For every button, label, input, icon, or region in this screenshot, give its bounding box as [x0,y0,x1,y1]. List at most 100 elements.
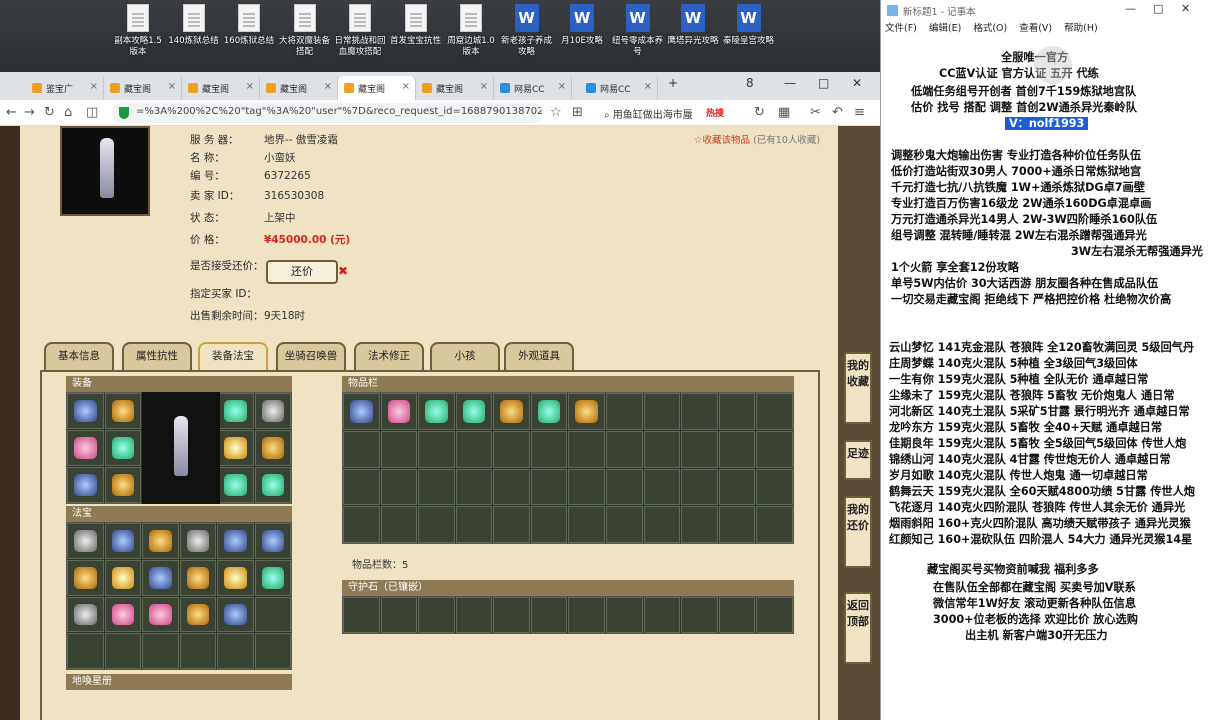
item-slot[interactable] [418,393,455,430]
item-slot[interactable] [217,633,254,669]
item-slot[interactable] [104,559,141,596]
item-slot[interactable] [179,559,216,596]
item-slot[interactable] [179,523,216,559]
item-slot[interactable] [756,597,793,633]
tab-close-icon[interactable]: × [402,81,410,92]
my-favorites-button[interactable]: 我的收藏 [844,352,872,424]
close-button[interactable]: ✕ [1181,2,1190,15]
item-slot[interactable] [493,430,530,468]
item-slot[interactable] [104,467,141,503]
item-slot[interactable] [104,430,141,466]
desktop-icon[interactable]: 日常挑战和回血魔攻搭配 [332,4,388,70]
tab-close-icon[interactable]: × [558,81,566,92]
item-slot[interactable] [643,506,681,543]
tab-close-icon[interactable]: × [480,81,488,92]
item-slot[interactable] [343,393,380,430]
item-slot[interactable] [380,597,418,633]
desktop-icon[interactable]: W 月10E攻略 [554,4,610,70]
apps-icon[interactable]: ⊞ [572,105,583,120]
item-slot[interactable] [643,393,681,430]
item-slot[interactable] [455,393,493,430]
item-slot[interactable] [493,468,530,506]
tab-close-icon[interactable]: × [90,81,98,92]
item-slot[interactable] [756,430,793,468]
item-slot[interactable] [606,430,643,468]
desktop-icon[interactable]: W 鹰塔异光攻略 [665,4,721,70]
item-slot[interactable] [643,468,681,506]
item-slot[interactable] [254,467,291,503]
tab-1[interactable]: 属性抗性 [122,342,192,370]
browser-tab[interactable]: 藏宝阁 × [182,76,260,100]
maximize-button[interactable]: □ [818,76,829,90]
desktop-icon[interactable]: 大将双魔装备搭配 [277,4,333,70]
tab-close-icon[interactable]: × [324,81,332,92]
desktop-icon[interactable]: 周窟边城1.0版本 [443,4,499,70]
item-slot[interactable] [643,430,681,468]
browser-tab[interactable]: 藏宝阁 × [338,76,416,100]
item-slot[interactable] [217,467,254,503]
favorite-link[interactable]: ☆收藏该物品 (已有10人收藏) [694,132,820,146]
item-slot[interactable] [756,506,793,543]
menu-icon[interactable]: ≡ [854,105,865,120]
item-slot[interactable] [681,597,718,633]
browser-tab[interactable]: 藏宝阁 × [260,76,338,100]
item-slot[interactable] [380,430,418,468]
close-icon[interactable]: ✖ [338,264,348,278]
item-slot[interactable] [142,633,179,669]
item-slot[interactable] [418,597,455,633]
menu-item[interactable]: 帮助(H) [1064,23,1098,34]
menu-item[interactable]: 查看(V) [1019,23,1052,34]
item-slot[interactable] [254,559,291,596]
browser-tab[interactable]: 藏宝阁 × [416,76,494,100]
item-slot[interactable] [67,393,104,429]
item-slot[interactable] [254,596,291,633]
desktop-icon[interactable]: W 纽号零成本养号 [610,4,666,70]
tab-6[interactable]: 外观道具 [504,342,574,370]
item-slot[interactable] [418,506,455,543]
item-slot[interactable] [606,506,643,543]
item-slot[interactable] [67,430,104,466]
browser-tab[interactable]: 藏宝阁 × [104,76,182,100]
item-slot[interactable] [606,393,643,430]
grid-icon[interactable]: ▦ [778,105,790,120]
item-slot[interactable] [67,559,104,596]
bookmark-icon[interactable]: ◫ [86,105,98,120]
item-slot[interactable] [343,430,380,468]
browser-tab[interactable]: 网易CC × [494,76,572,100]
hot-search-badge[interactable]: 热搜 [706,106,724,119]
item-slot[interactable] [606,597,643,633]
item-slot[interactable] [530,430,568,468]
item-slot[interactable] [455,468,493,506]
desktop-icon[interactable]: W 秦陵皇宫攻略 [721,4,777,70]
item-slot[interactable] [718,393,756,430]
item-slot[interactable] [104,633,141,669]
tab-2[interactable]: 装备法宝 [198,342,268,370]
tab-3[interactable]: 坐骑召唤兽 [276,342,346,370]
desktop-icon[interactable]: 副本攻略1.5版本 [110,4,166,70]
item-slot[interactable] [179,633,216,669]
item-slot[interactable] [217,596,254,633]
item-slot[interactable] [493,393,530,430]
item-slot[interactable] [142,523,179,559]
undo-icon[interactable]: ↶ [832,105,843,120]
item-slot[interactable] [718,468,756,506]
item-slot[interactable] [568,506,606,543]
tab-4[interactable]: 法术修正 [354,342,424,370]
close-button[interactable]: ✕ [852,76,862,90]
item-slot[interactable] [681,393,718,430]
item-slot[interactable] [104,596,141,633]
item-slot[interactable] [380,506,418,543]
item-slot[interactable] [756,468,793,506]
item-slot[interactable] [681,506,718,543]
desktop-icon[interactable]: 140炼狱总结 [166,4,222,70]
item-slot[interactable] [104,523,141,559]
item-slot[interactable] [217,559,254,596]
item-slot[interactable] [493,506,530,543]
url-input[interactable]: =%3A%200%2C%20"tag"%3A%20"user"%7D&reco_… [112,103,542,123]
star-icon[interactable]: ☆ [550,105,562,120]
minimize-button[interactable]: — [784,76,796,90]
minimize-button[interactable]: — [1125,2,1136,15]
item-slot[interactable] [67,467,104,503]
item-slot[interactable] [179,596,216,633]
item-slot[interactable] [217,523,254,559]
